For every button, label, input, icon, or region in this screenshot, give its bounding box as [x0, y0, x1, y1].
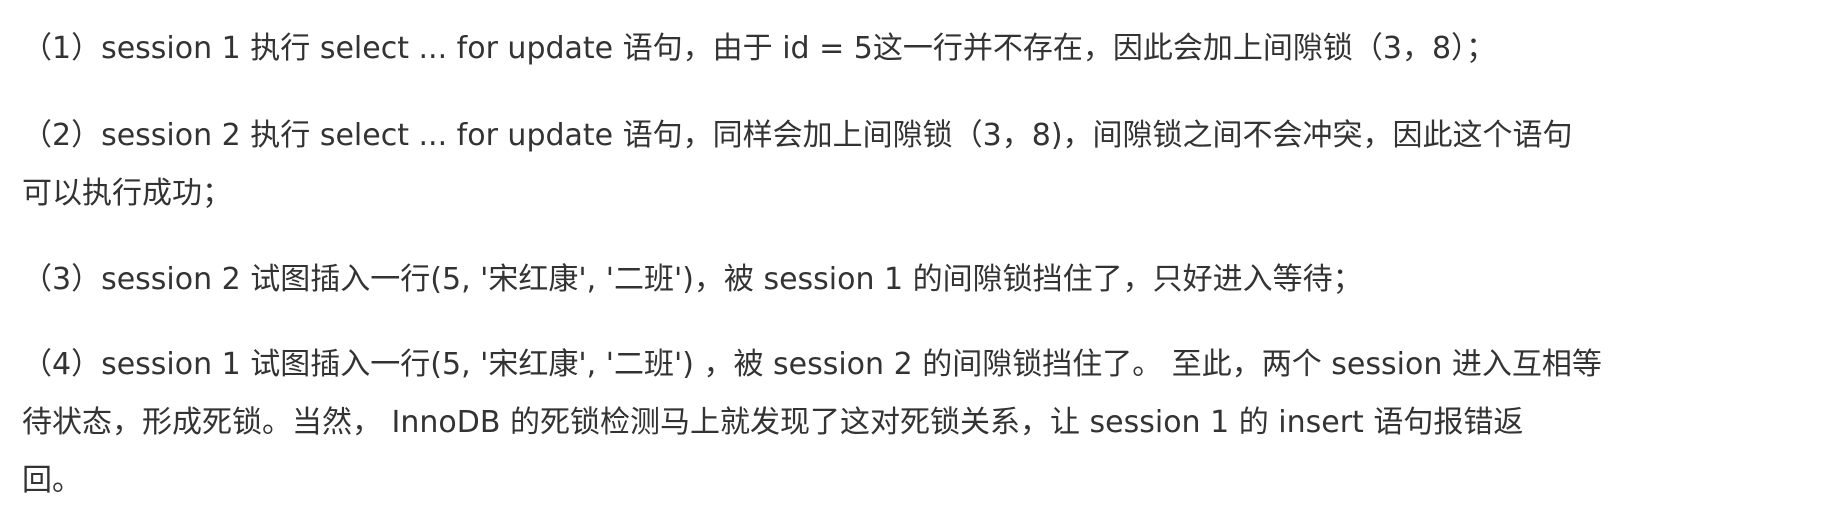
paragraph-step-4: （4）session 1 试图插入一行(5, '宋红康', '二班') ，被 s…: [22, 336, 1602, 510]
paragraph-line: 待状态，形成死锁。当然， InnoDB 的死锁检测马上就发现了这对死锁关系，让 …: [22, 405, 1524, 440]
paragraph-line: 可以执行成功；: [22, 176, 232, 211]
paragraph-line: 回。: [22, 463, 82, 498]
paragraph-step-2: （2）session 2 执行 select ... for update 语句…: [22, 107, 1573, 223]
paragraph-line: （2）session 2 执行 select ... for update 语句…: [22, 118, 1573, 153]
paragraph-line: （3）session 2 试图插入一行(5, '宋红康', '二班')，被 se…: [22, 262, 1363, 297]
paragraph-line: （4）session 1 试图插入一行(5, '宋红康', '二班') ，被 s…: [22, 347, 1602, 382]
paragraph-step-1: （1）session 1 执行 select ... for update 语句…: [22, 20, 1496, 78]
paragraph-step-3: （3）session 2 试图插入一行(5, '宋红康', '二班')，被 se…: [22, 251, 1363, 309]
paragraph-line: （1）session 1 执行 select ... for update 语句…: [22, 31, 1497, 66]
